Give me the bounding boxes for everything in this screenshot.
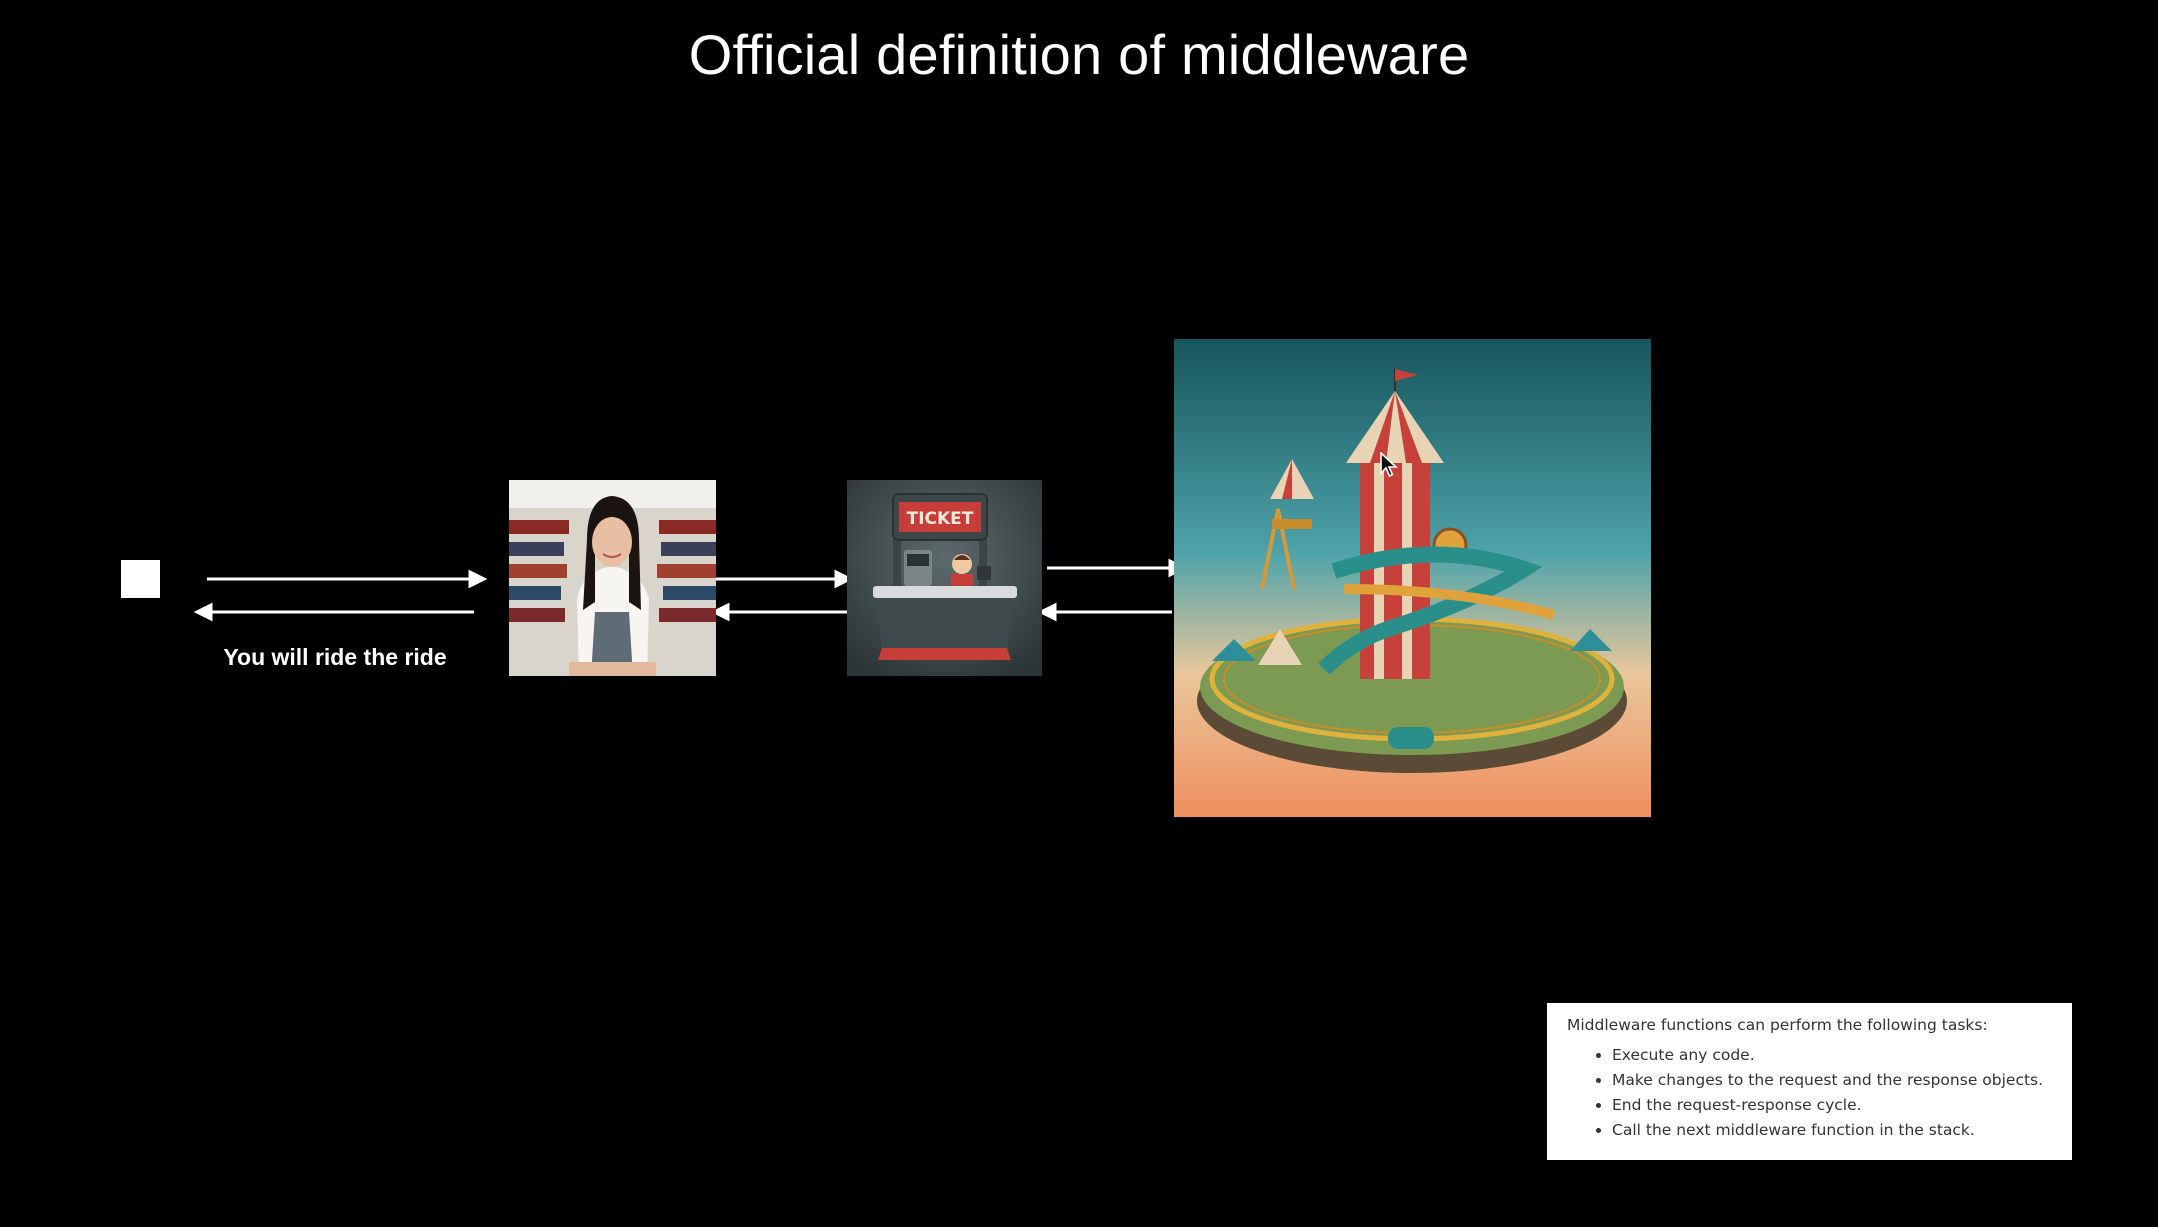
amusement-park-illustration (1174, 339, 1651, 817)
response-caption: You will ride the ride (223, 644, 447, 670)
arrowhead-icon (710, 602, 730, 622)
middleware-tasks-box: Middleware functions can perform the fol… (1547, 1003, 2072, 1160)
ticket-sign-label: TICKET (907, 509, 974, 529)
task-item: Call the next middleware function in the… (1612, 1121, 2072, 1139)
cashier-photo (509, 480, 716, 676)
tasks-list: Execute any code. Make changes to the re… (1567, 1046, 2072, 1139)
arrowhead-icon (1037, 602, 1057, 622)
task-item: Make changes to the request and the resp… (1612, 1071, 2072, 1089)
arrowhead-icon (468, 569, 488, 589)
tasks-intro: Middleware functions can perform the fol… (1567, 1016, 1988, 1034)
task-item: Execute any code. (1612, 1046, 2072, 1064)
arrowhead-icon (193, 602, 213, 622)
mouse-pointer-icon (1380, 452, 1398, 478)
task-item: End the request-response cycle. (1612, 1096, 2072, 1114)
ticket-booth-illustration: TICKET (847, 480, 1042, 676)
